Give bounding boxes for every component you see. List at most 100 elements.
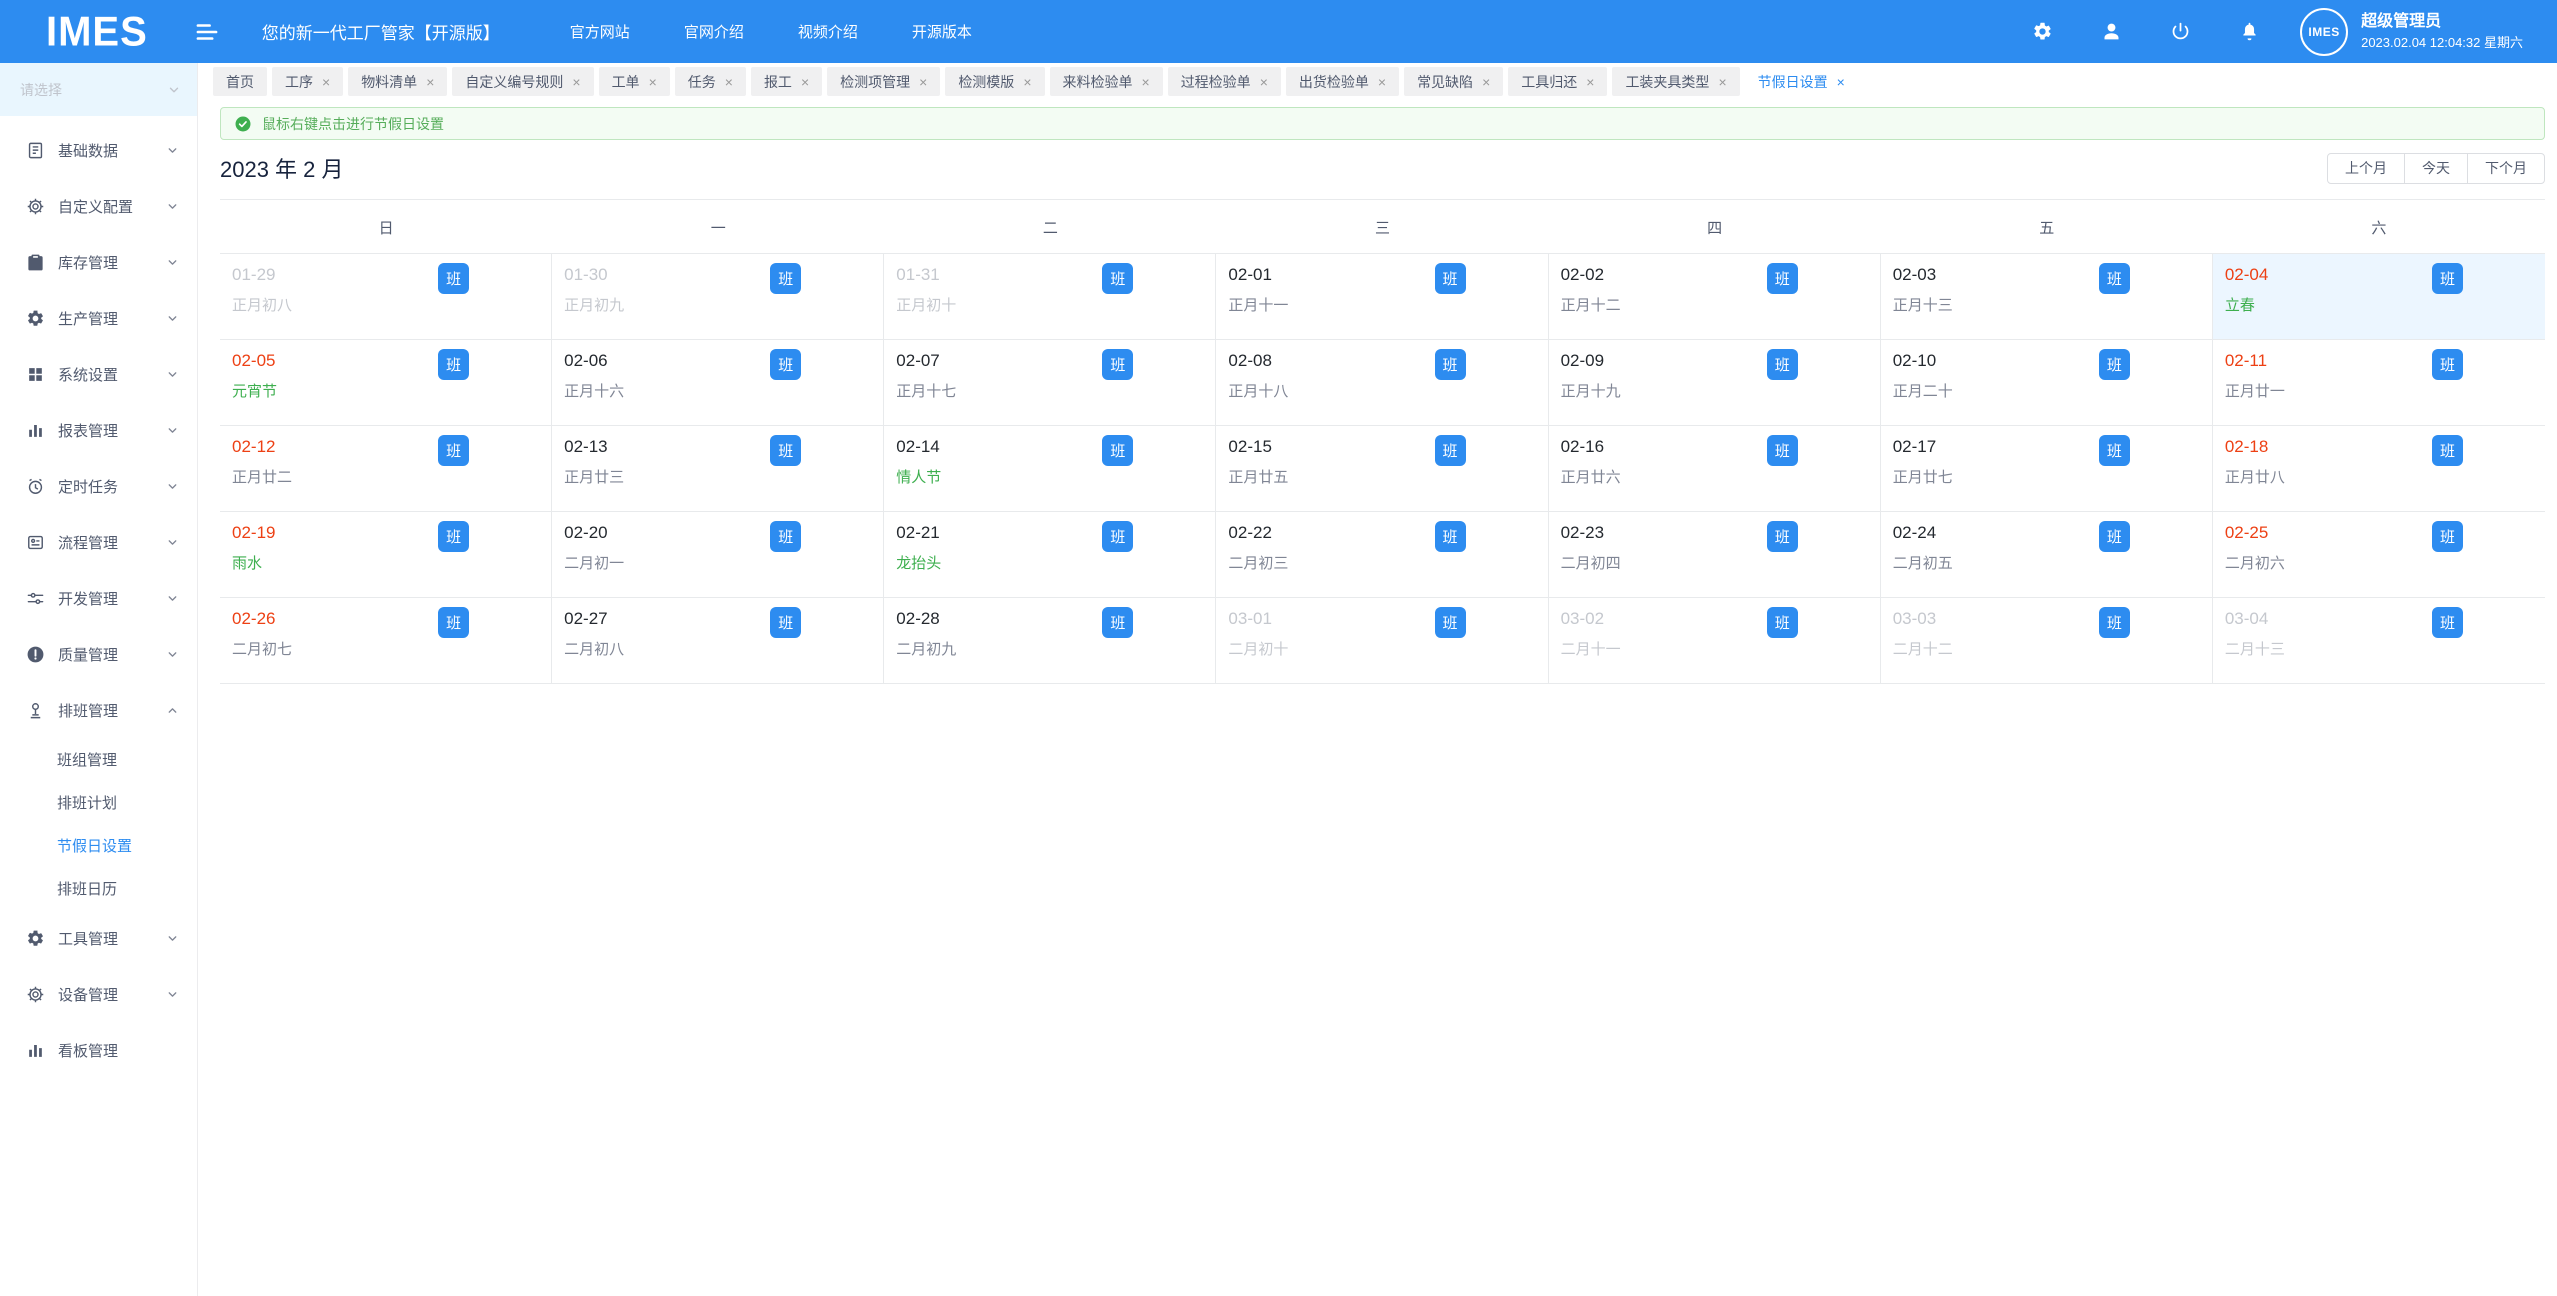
calendar-cell[interactable]: 02-14情人节班 <box>884 426 1216 512</box>
shift-badge[interactable]: 班 <box>1767 263 1798 294</box>
sidebar-item[interactable]: 报表管理 <box>0 402 197 458</box>
tab[interactable]: 来料检验单× <box>1050 67 1163 96</box>
shift-badge[interactable]: 班 <box>770 349 801 380</box>
tab[interactable]: 出货检验单× <box>1286 67 1399 96</box>
calendar-cell[interactable]: 02-27二月初八班 <box>552 598 884 684</box>
sidebar-item[interactable]: 看板管理 <box>0 1022 197 1078</box>
sidebar-item[interactable]: 系统设置 <box>0 346 197 402</box>
close-icon[interactable]: × <box>1482 75 1490 89</box>
shift-badge[interactable]: 班 <box>2432 263 2463 294</box>
tab[interactable]: 过程检验单× <box>1168 67 1281 96</box>
close-icon[interactable]: × <box>1837 75 1845 89</box>
calendar-cell[interactable]: 02-18正月廿八班 <box>2213 426 2545 512</box>
calendar-cell[interactable]: 02-25二月初六班 <box>2213 512 2545 598</box>
shift-badge[interactable]: 班 <box>1102 435 1133 466</box>
shift-badge[interactable]: 班 <box>2432 607 2463 638</box>
sidebar-item[interactable]: 生产管理 <box>0 290 197 346</box>
prev-month-button[interactable]: 上个月 <box>2327 153 2405 184</box>
sidebar-subitem[interactable]: 排班计划 <box>0 781 197 824</box>
sidebar-select[interactable]: 请选择 <box>0 63 197 116</box>
user-icon[interactable] <box>2101 21 2122 42</box>
sidebar-item[interactable]: 排班管理 <box>0 682 197 738</box>
close-icon[interactable]: × <box>322 75 330 89</box>
calendar-cell[interactable]: 02-26二月初七班 <box>220 598 552 684</box>
close-icon[interactable]: × <box>1718 75 1726 89</box>
close-icon[interactable]: × <box>426 75 434 89</box>
calendar-cell[interactable]: 02-24二月初五班 <box>1881 512 2213 598</box>
shift-badge[interactable]: 班 <box>2099 263 2130 294</box>
menu-toggle-icon[interactable] <box>194 19 220 45</box>
calendar-cell[interactable]: 02-15正月廿五班 <box>1216 426 1548 512</box>
shift-badge[interactable]: 班 <box>1435 521 1466 552</box>
avatar[interactable]: IMES <box>2300 8 2348 56</box>
sidebar-subitem[interactable]: 班组管理 <box>0 738 197 781</box>
calendar-cell[interactable]: 02-16正月廿六班 <box>1549 426 1881 512</box>
calendar-cell[interactable]: 02-01正月十一班 <box>1216 254 1548 340</box>
shift-badge[interactable]: 班 <box>1102 607 1133 638</box>
tab[interactable]: 物料清单× <box>348 67 447 96</box>
calendar-cell[interactable]: 02-10正月二十班 <box>1881 340 2213 426</box>
tab[interactable]: 首页 <box>213 67 267 96</box>
calendar-cell[interactable]: 01-31正月初十班 <box>884 254 1216 340</box>
calendar-cell[interactable]: 02-05元宵节班 <box>220 340 552 426</box>
shift-badge[interactable]: 班 <box>1102 349 1133 380</box>
shift-badge[interactable]: 班 <box>1435 349 1466 380</box>
calendar-cell[interactable]: 02-28二月初九班 <box>884 598 1216 684</box>
calendar-cell[interactable]: 03-02二月十一班 <box>1549 598 1881 684</box>
shift-badge[interactable]: 班 <box>1767 607 1798 638</box>
tab[interactable]: 常见缺陷× <box>1404 67 1503 96</box>
tab[interactable]: 自定义编号规则× <box>452 67 593 96</box>
calendar-cell[interactable]: 01-30正月初九班 <box>552 254 884 340</box>
close-icon[interactable]: × <box>1586 75 1594 89</box>
shift-badge[interactable]: 班 <box>1767 349 1798 380</box>
close-icon[interactable]: × <box>1142 75 1150 89</box>
shift-badge[interactable]: 班 <box>2432 521 2463 552</box>
nav-link[interactable]: 官网介绍 <box>684 21 744 42</box>
shift-badge[interactable]: 班 <box>2432 435 2463 466</box>
shift-badge[interactable]: 班 <box>438 521 469 552</box>
calendar-cell[interactable]: 02-20二月初一班 <box>552 512 884 598</box>
calendar-cell[interactable]: 02-02正月十二班 <box>1549 254 1881 340</box>
nav-link[interactable]: 官方网站 <box>570 21 630 42</box>
bell-icon[interactable] <box>2239 21 2260 42</box>
shift-badge[interactable]: 班 <box>2432 349 2463 380</box>
nav-link[interactable]: 视频介绍 <box>798 21 858 42</box>
shift-badge[interactable]: 班 <box>438 435 469 466</box>
calendar-cell[interactable]: 02-17正月廿七班 <box>1881 426 2213 512</box>
tab[interactable]: 工单× <box>599 67 670 96</box>
sidebar-item[interactable]: 开发管理 <box>0 570 197 626</box>
shift-badge[interactable]: 班 <box>1767 521 1798 552</box>
shift-badge[interactable]: 班 <box>1767 435 1798 466</box>
sidebar-item[interactable]: 库存管理 <box>0 234 197 290</box>
calendar-cell[interactable]: 02-23二月初四班 <box>1549 512 1881 598</box>
tab[interactable]: 报工× <box>751 67 822 96</box>
calendar-cell[interactable]: 02-06正月十六班 <box>552 340 884 426</box>
shift-badge[interactable]: 班 <box>770 607 801 638</box>
calendar-cell[interactable]: 02-04立春班 <box>2213 254 2545 340</box>
shift-badge[interactable]: 班 <box>2099 349 2130 380</box>
settings-icon[interactable] <box>2032 21 2053 42</box>
shift-badge[interactable]: 班 <box>2099 521 2130 552</box>
close-icon[interactable]: × <box>919 75 927 89</box>
calendar-cell[interactable]: 02-13正月廿三班 <box>552 426 884 512</box>
close-icon[interactable]: × <box>1378 75 1386 89</box>
tab[interactable]: 工序× <box>272 67 343 96</box>
sidebar-item[interactable]: 质量管理 <box>0 626 197 682</box>
nav-link[interactable]: 开源版本 <box>912 21 972 42</box>
tab[interactable]: 检测项管理× <box>827 67 940 96</box>
tab[interactable]: 节假日设置× <box>1745 67 1858 96</box>
shift-badge[interactable]: 班 <box>1102 521 1133 552</box>
shift-badge[interactable]: 班 <box>770 435 801 466</box>
sidebar-item[interactable]: 基础数据 <box>0 122 197 178</box>
calendar-cell[interactable]: 02-22二月初三班 <box>1216 512 1548 598</box>
close-icon[interactable]: × <box>649 75 657 89</box>
shift-badge[interactable]: 班 <box>1435 435 1466 466</box>
close-icon[interactable]: × <box>1023 75 1031 89</box>
sidebar-item[interactable]: 工具管理 <box>0 910 197 966</box>
calendar-cell[interactable]: 01-29正月初八班 <box>220 254 552 340</box>
shift-badge[interactable]: 班 <box>438 263 469 294</box>
calendar-cell[interactable]: 03-04二月十三班 <box>2213 598 2545 684</box>
shift-badge[interactable]: 班 <box>1102 263 1133 294</box>
shift-badge[interactable]: 班 <box>1435 607 1466 638</box>
close-icon[interactable]: × <box>801 75 809 89</box>
